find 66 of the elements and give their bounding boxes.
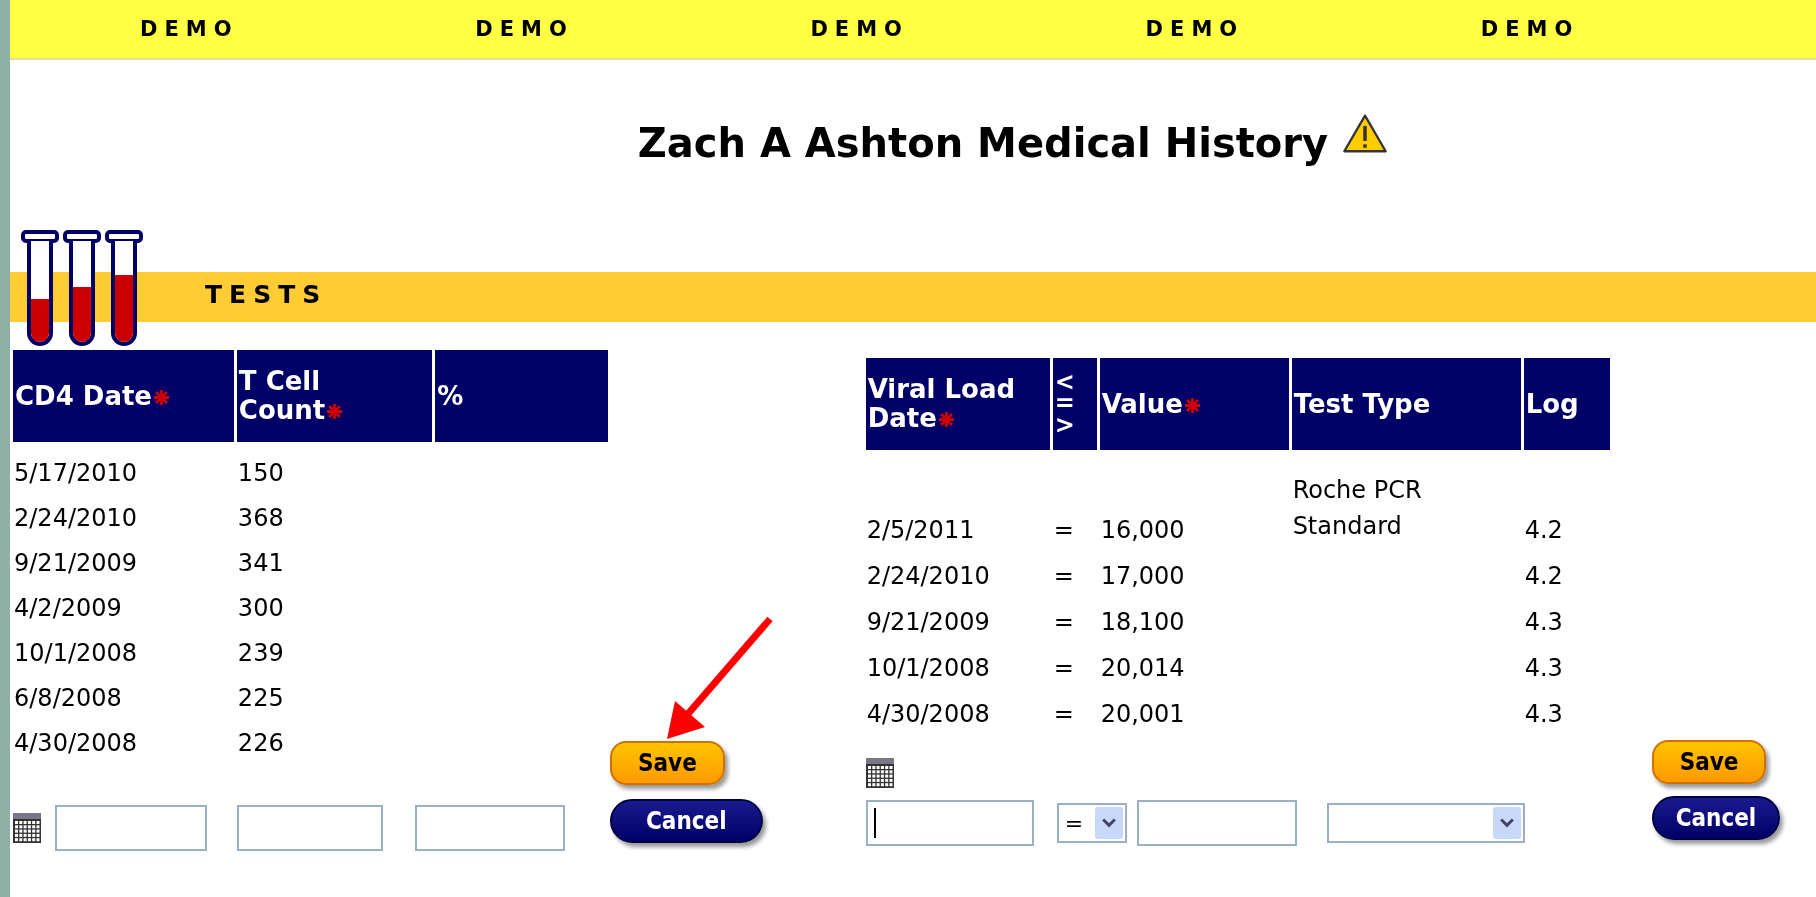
table-cell: 4.3	[1524, 608, 1563, 636]
date-input[interactable]	[865, 800, 1034, 846]
column-header: Test Type	[1290, 358, 1521, 450]
chevron-down-icon	[1101, 818, 1116, 828]
calendar-icon[interactable]	[13, 813, 41, 843]
demo-label: DEMO	[1480, 16, 1581, 43]
table-cell: 368	[237, 504, 284, 532]
percent-input[interactable]	[415, 805, 565, 851]
table-cell: 20,001	[1100, 700, 1185, 728]
table-cell: 4/2/2009	[14, 594, 122, 622]
table-cell: 226	[237, 729, 284, 757]
table-cell: 4/30/2008	[866, 700, 990, 728]
table-cell: 5/17/2010	[14, 459, 138, 487]
demo-label: DEMO	[810, 16, 910, 43]
table-cell: 2/5/2011	[866, 516, 975, 544]
operator-select[interactable]: =	[1056, 803, 1127, 843]
table-cell: 150	[237, 459, 284, 487]
chevron-down-icon	[1499, 818, 1514, 828]
page-title: Zach A Ashton Medical History	[637, 119, 1329, 166]
table-cell: 10/1/2008	[866, 654, 990, 682]
table-cell: =	[1053, 608, 1074, 636]
table-cell: 16,000	[1100, 516, 1185, 544]
table-cell: 4.2	[1524, 562, 1563, 590]
column-header: CD4 Date	[12, 350, 234, 442]
save-button[interactable]: Save	[610, 741, 725, 785]
table-cell: 2/24/2010	[14, 504, 138, 532]
table-cell: 2/24/2010	[866, 562, 990, 590]
table-cell: =	[1053, 654, 1074, 682]
cancel-button[interactable]: Cancel	[610, 799, 763, 843]
table-cell: 225	[237, 684, 284, 712]
table-cell: Roche PCR Standard	[1292, 476, 1422, 540]
table-cell: 18,100	[1100, 608, 1185, 636]
column-header: Log	[1522, 358, 1610, 450]
column-header: Viral Load Date	[864, 358, 1050, 450]
test-type-select[interactable]	[1326, 803, 1525, 843]
table-cell: 4.3	[1524, 654, 1563, 682]
save-button[interactable]: Save	[1651, 740, 1767, 784]
cancel-button[interactable]: Cancel	[1651, 796, 1781, 840]
table-cell: 341	[237, 549, 284, 577]
column-header: T Cell Count	[235, 350, 433, 442]
count-input[interactable]	[237, 805, 383, 851]
calendar-icon[interactable]	[865, 758, 894, 788]
table-cell: 300	[237, 594, 284, 622]
table-cell: 20,014	[1100, 654, 1185, 682]
date-input[interactable]	[55, 805, 207, 851]
column-header: Value	[1098, 358, 1289, 450]
value-input[interactable]	[1136, 800, 1297, 846]
table-cell: 10/1/2008	[14, 639, 138, 667]
table-cell: 9/21/2009	[866, 608, 990, 636]
section-title: TESTS	[205, 280, 328, 309]
demo-label: DEMO	[1145, 16, 1246, 43]
table-cell: 4/30/2008	[14, 729, 138, 757]
table-cell: 4.2	[1524, 516, 1563, 544]
table-cell: 9/21/2009	[14, 549, 138, 577]
table-cell: 239	[237, 639, 284, 667]
table-cell: 17,000	[1100, 562, 1185, 590]
demo-label: DEMO	[475, 16, 575, 43]
column-header: %	[434, 350, 608, 442]
warning-icon	[1342, 112, 1389, 155]
column-header: < = >	[1051, 358, 1097, 450]
table-cell: 4.3	[1524, 700, 1563, 728]
table-cell: =	[1053, 516, 1074, 544]
demo-label: DEMO	[140, 16, 240, 43]
table-cell: =	[1053, 562, 1074, 590]
table-cell: =	[1053, 700, 1074, 728]
table-cell: 6/8/2008	[14, 684, 122, 712]
